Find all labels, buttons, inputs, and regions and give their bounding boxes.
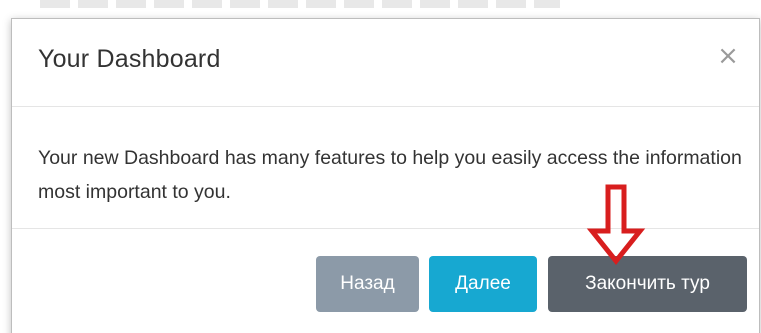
dialog-footer: Назад Далее Закончить тур xyxy=(12,229,759,333)
dialog-header: Your Dashboard × xyxy=(12,19,759,107)
end-tour-button[interactable]: Закончить тур xyxy=(548,256,747,312)
close-button[interactable]: × xyxy=(715,41,741,71)
dialog-title: Your Dashboard xyxy=(38,45,221,73)
screenshot-stage: Your Dashboard × Your new Dashboard has … xyxy=(0,0,761,333)
background-page-strip xyxy=(40,0,560,8)
dialog-body: Your new Dashboard has many features to … xyxy=(12,107,759,229)
next-button[interactable]: Далее xyxy=(429,256,537,312)
tour-dialog: Your Dashboard × Your new Dashboard has … xyxy=(11,18,760,333)
back-button[interactable]: Назад xyxy=(316,256,419,312)
down-arrow-icon xyxy=(586,184,646,265)
